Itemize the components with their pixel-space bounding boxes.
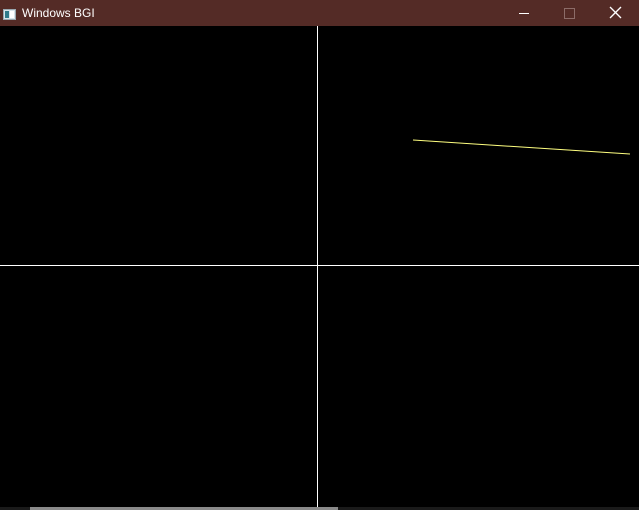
graphics-canvas[interactable]	[0, 26, 639, 507]
minimize-icon	[519, 13, 529, 14]
title-bar[interactable]: Windows BGI	[0, 0, 639, 26]
bgi-app-icon[interactable]	[3, 7, 16, 20]
minimize-button[interactable]	[501, 0, 547, 26]
maximize-icon	[564, 8, 575, 19]
bgi-window: Windows BGI	[0, 0, 639, 510]
drawing-surface	[0, 26, 639, 507]
close-icon	[609, 6, 622, 19]
maximize-button[interactable]	[547, 0, 593, 26]
close-button[interactable]	[593, 0, 639, 26]
drawn-line-segment	[412, 139, 631, 155]
window-title: Windows BGI	[22, 6, 95, 20]
